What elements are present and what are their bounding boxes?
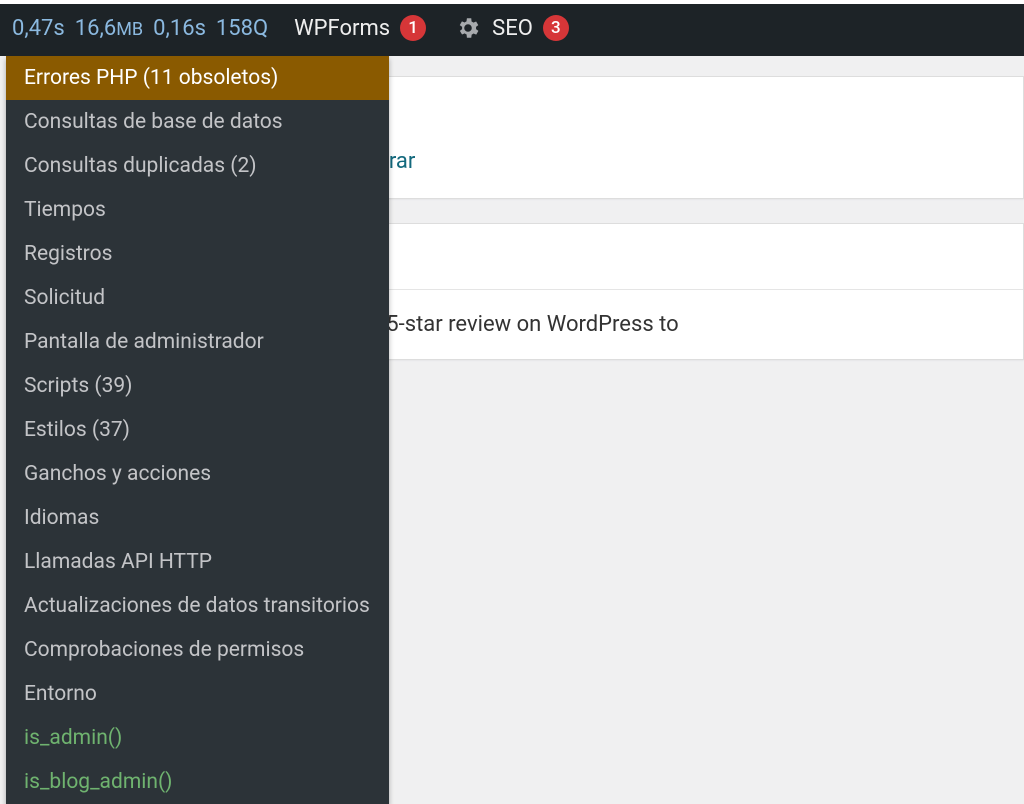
dropdown-item[interactable]: Entorno	[6, 672, 389, 716]
dropdown-item[interactable]: is_blog_admin()	[6, 760, 389, 804]
dropdown-item[interactable]: Pantalla de administrador	[6, 320, 389, 364]
seo-label: SEO	[492, 16, 533, 41]
dropdown-item[interactable]: Solicitud	[6, 276, 389, 320]
gear-icon	[454, 14, 482, 42]
dropdown-item[interactable]: Consultas de base de datos	[6, 100, 389, 144]
dropdown-item[interactable]: Scripts (39)	[6, 364, 389, 408]
dropdown-item[interactable]: Comprobaciones de permisos	[6, 628, 389, 672]
query-monitor-dropdown: Errores PHP (11 obsoletos)Consultas de b…	[6, 56, 389, 804]
admin-toolbar: 0,47s 16,6MB 0,16s 158Q WPForms 1 SEO 3	[0, 0, 1024, 56]
qm-memory: 16,6MB	[75, 16, 143, 41]
dropdown-item[interactable]: Idiomas	[6, 496, 389, 540]
dropdown-item[interactable]: Llamadas API HTTP	[6, 540, 389, 584]
query-monitor-stats[interactable]: 0,47s 16,6MB 0,16s 158Q	[0, 16, 280, 41]
toolbar-seo[interactable]: SEO 3	[440, 0, 583, 56]
dropdown-item[interactable]: Ganchos y acciones	[6, 452, 389, 496]
dropdown-item[interactable]: Tiempos	[6, 188, 389, 232]
dropdown-item[interactable]: is_admin()	[6, 716, 389, 760]
dropdown-item[interactable]: Consultas duplicadas (2)	[6, 144, 389, 188]
toolbar-wpforms[interactable]: WPForms 1	[280, 0, 440, 56]
dropdown-item[interactable]: Registros	[6, 232, 389, 276]
dropdown-item[interactable]: Estilos (37)	[6, 408, 389, 452]
seo-badge: 3	[543, 15, 569, 41]
dropdown-item[interactable]: Errores PHP (11 obsoletos)	[6, 56, 389, 100]
qm-time2: 0,16s	[153, 16, 206, 41]
dropdown-item[interactable]: Actualizaciones de datos transitorios	[6, 584, 389, 628]
qm-time1: 0,47s	[12, 16, 65, 41]
wpforms-label: WPForms	[294, 16, 390, 41]
wpforms-badge: 1	[400, 15, 426, 41]
qm-queries: 158Q	[216, 16, 268, 41]
